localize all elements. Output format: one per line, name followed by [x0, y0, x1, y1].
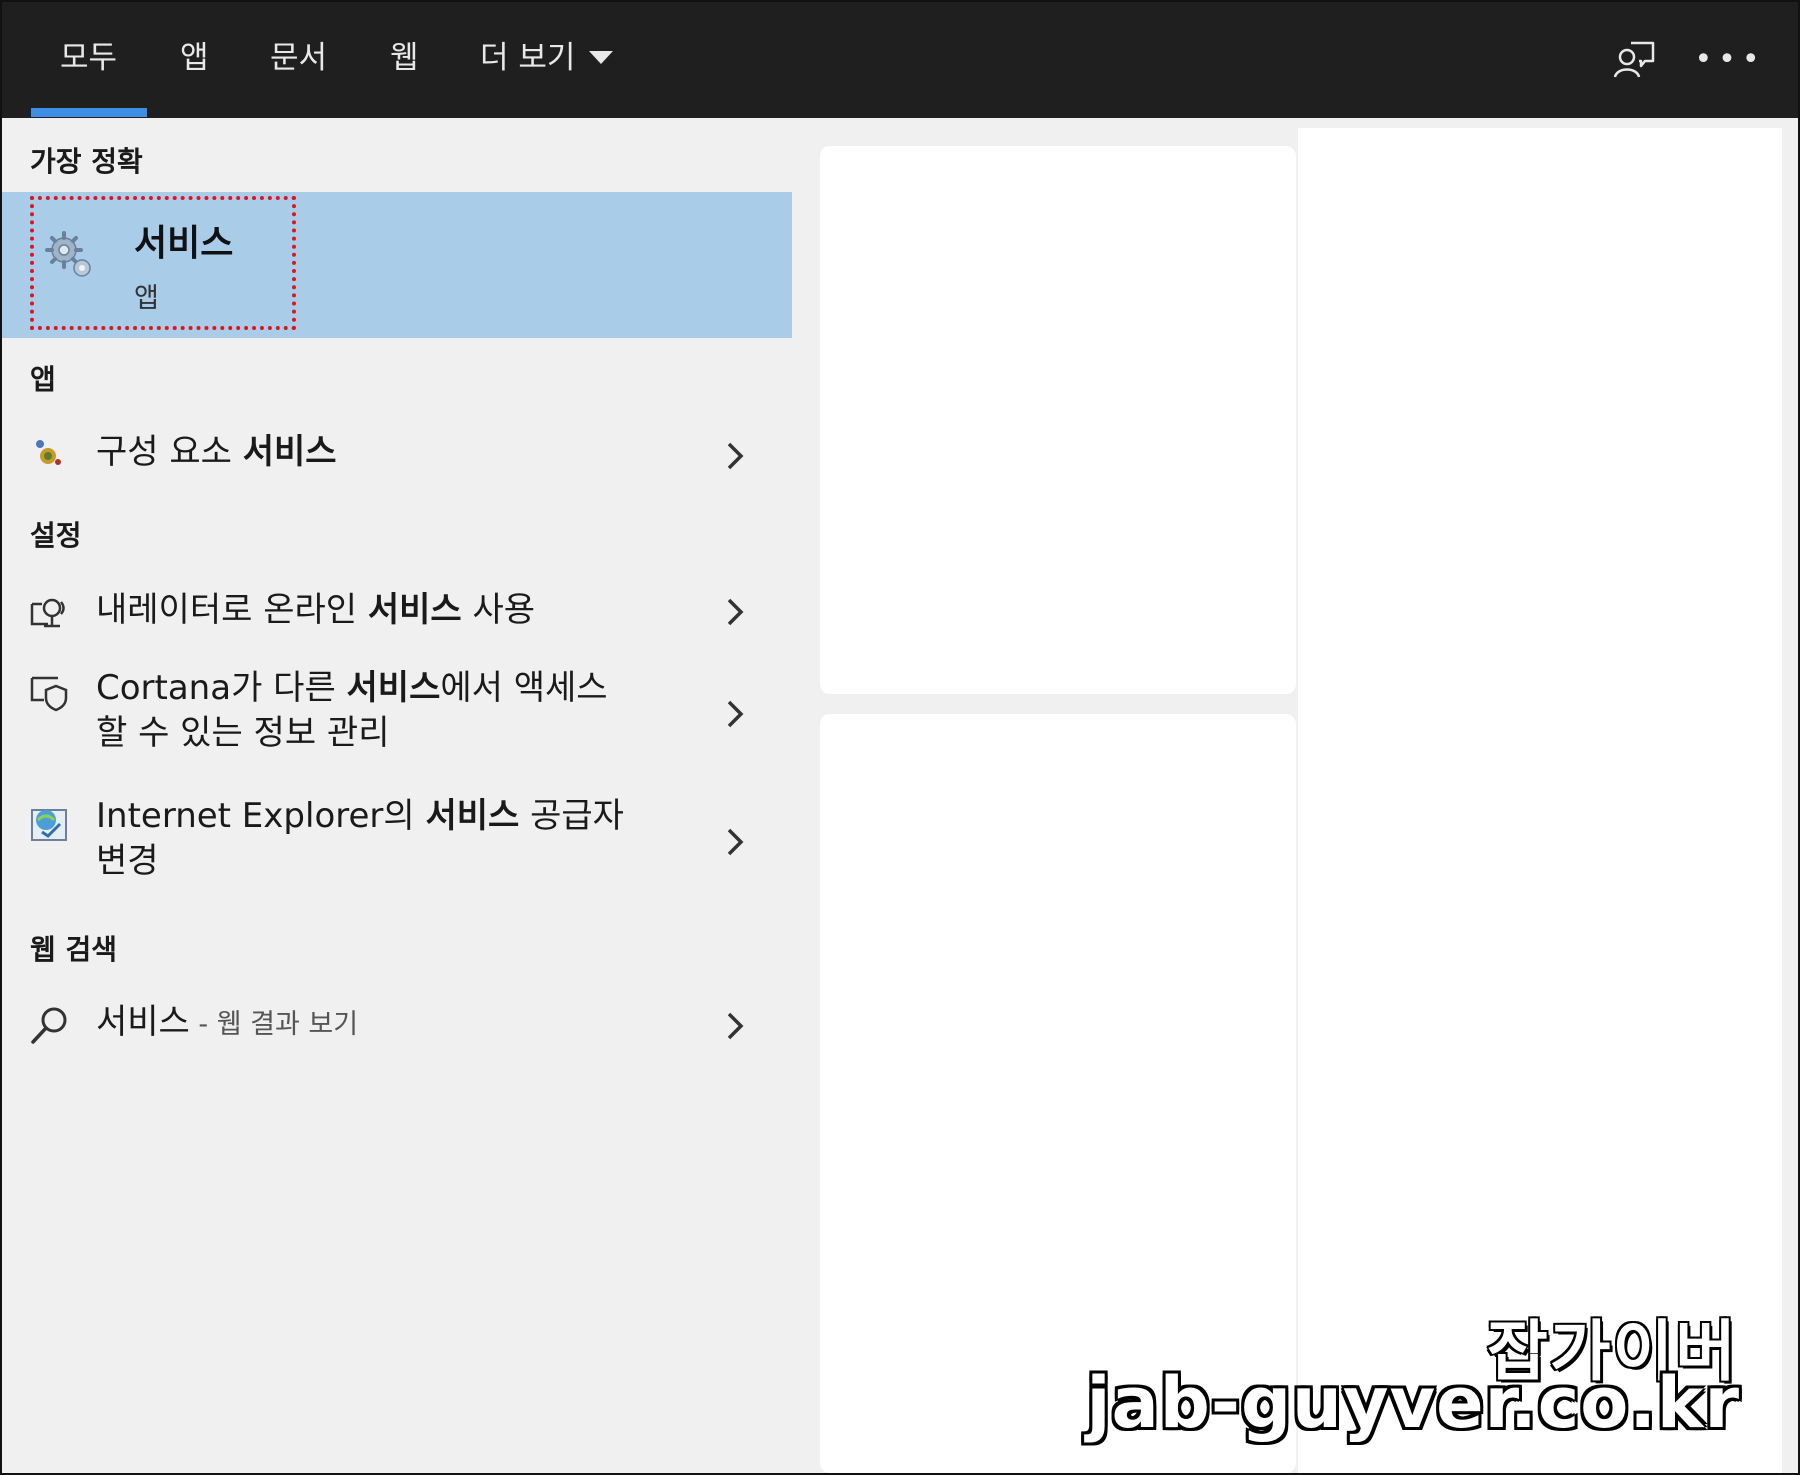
web-search-query: 서비스: [96, 1002, 190, 1042]
settings-item-ie-search-provider[interactable]: Internet Explorer의 서비스 공급자변경: [2, 786, 792, 902]
chevron-right-icon: [727, 1012, 744, 1040]
tab-apps[interactable]: 앱: [180, 30, 209, 86]
tab-all[interactable]: 모두: [60, 30, 117, 86]
feedback-button[interactable]: [1604, 30, 1664, 90]
label-match: 서비스: [242, 432, 337, 472]
label-prefix: 내레이터로 온라인: [96, 590, 368, 630]
component-services-icon: [36, 440, 61, 465]
web-search-hint: - 웹 결과 보기: [189, 1009, 359, 1040]
feedback-icon: [1613, 41, 1655, 78]
settings-item-narrator-online-services[interactable]: 내레이터로 온라인 서비스 사용: [2, 572, 792, 650]
best-match-item[interactable]: 서비스 앱: [2, 192, 792, 338]
label-suffix: 공급자: [519, 796, 624, 836]
shield-icon: [30, 676, 68, 712]
more-dots-icon: •••: [1694, 42, 1766, 77]
label-prefix: 구성 요소: [96, 432, 243, 472]
tab-web[interactable]: 웹: [390, 30, 419, 86]
chevron-right-icon: [727, 700, 744, 728]
watermark-url: jab-guyver.co.kr: [1086, 1362, 1740, 1444]
section-best-match: 가장 정확: [30, 145, 143, 178]
label-match: 서비스: [346, 668, 441, 708]
label-line2: 할 수 있는 정보 관리: [96, 713, 390, 753]
label-line2: 변경: [96, 841, 159, 881]
tab-documents[interactable]: 문서: [270, 30, 327, 86]
chevron-right-icon: [727, 598, 744, 626]
settings-item-label: 내레이터로 온라인 서비스 사용: [96, 588, 535, 633]
section-web-search: 웹 검색: [30, 933, 118, 966]
label-prefix: Internet Explorer의: [96, 796, 426, 836]
internet-explorer-icon: [31, 809, 67, 841]
narrator-icon: [30, 598, 65, 628]
label-suffix: 사용: [461, 590, 536, 630]
section-apps: 앱: [30, 363, 56, 396]
label-match: 서비스: [425, 796, 520, 836]
label-match: 서비스: [367, 590, 462, 630]
settings-item-label: Internet Explorer의 서비스 공급자변경: [96, 794, 624, 884]
best-match-subtitle: 앱: [134, 283, 159, 314]
label-suffix: 에서 액세스: [440, 668, 608, 708]
tab-more[interactable]: 더 보기: [480, 30, 614, 86]
preview-card-right: [1298, 128, 1782, 1473]
chevron-right-icon: [727, 828, 744, 856]
search-window: 모두 앱 문서 웹 더 보기 ••• 가장 정확 서비스 앱 앱 구성 요소 서…: [0, 0, 1800, 1475]
search-filter-bar: 모두 앱 문서 웹 더 보기 •••: [2, 2, 1798, 118]
results-list: 가장 정확 서비스 앱 앱 구성 요소 서비스 설정 내레이터로 온라인 서비스…: [2, 118, 792, 1473]
settings-item-cortana-permissions[interactable]: Cortana가 다른 서비스에서 액세스할 수 있는 정보 관리: [2, 658, 792, 774]
services-gear-icon: [45, 231, 91, 277]
app-item-label: 구성 요소 서비스: [96, 430, 337, 475]
label-prefix: Cortana가 다른: [96, 668, 347, 708]
app-item-component-services[interactable]: 구성 요소 서비스: [2, 416, 792, 492]
more-options-button[interactable]: •••: [1694, 30, 1760, 90]
caret-down-icon: [589, 51, 614, 64]
web-search-label: 서비스 - 웹 결과 보기: [96, 1000, 358, 1047]
preview-card-top: [820, 146, 1296, 694]
best-match-title: 서비스: [134, 223, 234, 264]
tab-active-indicator: [31, 108, 147, 117]
search-icon: [31, 1007, 67, 1044]
chevron-right-icon: [727, 442, 744, 470]
web-search-item[interactable]: 서비스 - 웹 결과 보기: [2, 986, 792, 1066]
section-settings: 설정: [30, 519, 82, 552]
preview-card-bottom: [820, 714, 1296, 1473]
settings-item-label: Cortana가 다른 서비스에서 액세스할 수 있는 정보 관리: [96, 666, 608, 756]
tab-more-label: 더 보기: [480, 40, 576, 76]
